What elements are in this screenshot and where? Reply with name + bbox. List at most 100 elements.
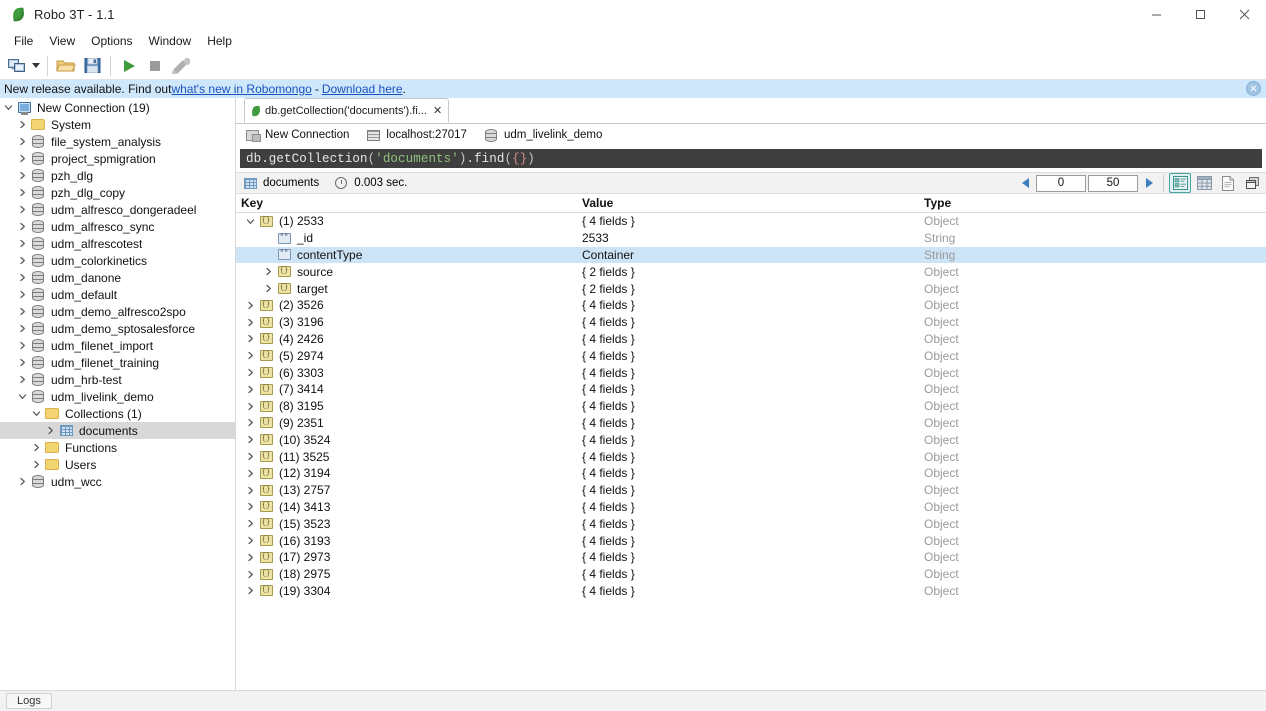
table-row[interactable]: {}(4) 2426{ 4 fields }Object	[236, 331, 1266, 348]
chevron-right-icon[interactable]	[14, 134, 30, 150]
chevron-right-icon[interactable]	[14, 270, 30, 286]
table-row[interactable]: {}(1) 2533{ 4 fields }Object	[236, 213, 1266, 230]
limit-input[interactable]: 50	[1088, 175, 1138, 192]
chevron-down-icon[interactable]	[0, 100, 16, 116]
table-row[interactable]: {}(9) 2351{ 4 fields }Object	[236, 415, 1266, 432]
chevron-right-icon[interactable]	[242, 449, 258, 465]
chevron-down-icon[interactable]	[14, 389, 30, 405]
chevron-right-icon[interactable]	[242, 516, 258, 532]
chevron-right-icon[interactable]	[242, 583, 258, 599]
tree-item-udm-alfrescotest[interactable]: udm_alfrescotest	[0, 235, 235, 252]
table-row[interactable]: ""_id2533String	[236, 230, 1266, 247]
chevron-right-icon[interactable]	[260, 281, 276, 297]
table-row[interactable]: {}(2) 3526{ 4 fields }Object	[236, 297, 1266, 314]
tree-item-udm-default[interactable]: udm_default	[0, 286, 235, 303]
table-row[interactable]: {}(10) 3524{ 4 fields }Object	[236, 431, 1266, 448]
tree-item-functions[interactable]: Functions	[0, 439, 235, 456]
tree-item-users[interactable]: Users	[0, 456, 235, 473]
detach-window-icon[interactable]	[1241, 173, 1263, 193]
chevron-right-icon[interactable]	[14, 185, 30, 201]
tree-item-udm-alfresco-dongeradeel[interactable]: udm_alfresco_dongeradeel	[0, 201, 235, 218]
chevron-right-icon[interactable]	[242, 549, 258, 565]
table-row[interactable]: {}(17) 2973{ 4 fields }Object	[236, 549, 1266, 566]
chevron-right-icon[interactable]	[14, 474, 30, 490]
table-row[interactable]: {}(19) 3304{ 4 fields }Object	[236, 583, 1266, 600]
chevron-right-icon[interactable]	[242, 465, 258, 481]
tree-item-udm-filenet-training[interactable]: udm_filenet_training	[0, 354, 235, 371]
tree-item-collections-1[interactable]: Collections (1)	[0, 405, 235, 422]
maximize-button[interactable]	[1178, 0, 1222, 30]
chevron-right-icon[interactable]	[14, 219, 30, 235]
tab-query-documents[interactable]: db.getCollection('documents').fi... ✕	[244, 98, 449, 123]
tree-view-icon[interactable]	[1169, 173, 1191, 193]
tree-item-file-system-analysis[interactable]: file_system_analysis	[0, 133, 235, 150]
chevron-right-icon[interactable]	[14, 304, 30, 320]
folder-open-icon[interactable]	[53, 54, 79, 78]
connect-icon[interactable]	[4, 54, 30, 78]
skip-input[interactable]: 0	[1036, 175, 1086, 192]
table-row[interactable]: {}target{ 2 fields }Object	[236, 280, 1266, 297]
menu-window[interactable]: Window	[141, 32, 200, 50]
table-row[interactable]: {}(8) 3195{ 4 fields }Object	[236, 398, 1266, 415]
tree-item-udm-hrb-test[interactable]: udm_hrb-test	[0, 371, 235, 388]
table-row[interactable]: {}(6) 3303{ 4 fields }Object	[236, 364, 1266, 381]
chevron-right-icon[interactable]	[242, 297, 258, 313]
chevron-right-icon[interactable]	[14, 117, 30, 133]
tree-item-documents[interactable]: documents	[0, 422, 235, 439]
chevron-right-icon[interactable]	[14, 151, 30, 167]
database-item[interactable]: udm_livelink_demo	[483, 127, 602, 143]
chevron-right-icon[interactable]	[242, 381, 258, 397]
close-notification-icon[interactable]: ✕	[1246, 81, 1261, 96]
column-header-type[interactable]: Type	[922, 196, 1266, 210]
explorer-sidebar[interactable]: New Connection (19)Systemfile_system_ana…	[0, 98, 236, 690]
chevron-right-icon[interactable]	[242, 365, 258, 381]
chevron-right-icon[interactable]	[242, 398, 258, 414]
chevron-right-icon[interactable]	[28, 440, 44, 456]
chevron-right-icon[interactable]	[242, 499, 258, 515]
chevron-down-icon[interactable]	[242, 213, 258, 229]
table-row[interactable]: {}(11) 3525{ 4 fields }Object	[236, 448, 1266, 465]
tree-item-udm-alfresco-sync[interactable]: udm_alfresco_sync	[0, 218, 235, 235]
chevron-right-icon[interactable]	[14, 168, 30, 184]
arrow-left-icon[interactable]	[1015, 173, 1035, 193]
column-header-value[interactable]: Value	[580, 196, 922, 210]
query-editor[interactable]: db.getCollection('documents').find({})	[240, 149, 1262, 168]
chevron-right-icon[interactable]	[14, 355, 30, 371]
table-row[interactable]: {}(3) 3196{ 4 fields }Object	[236, 314, 1266, 331]
whats-new-link[interactable]: what's new in Robomongo	[171, 82, 311, 96]
chevron-right-icon[interactable]	[242, 314, 258, 330]
chevron-right-icon[interactable]	[242, 533, 258, 549]
tree-item-udm-filenet-import[interactable]: udm_filenet_import	[0, 337, 235, 354]
chevron-right-icon[interactable]	[14, 321, 30, 337]
chevron-right-icon[interactable]	[242, 432, 258, 448]
table-row[interactable]: {}(13) 2757{ 4 fields }Object	[236, 482, 1266, 499]
table-row[interactable]: ""contentTypeContainerString	[236, 247, 1266, 264]
tree-item-udm-livelink-demo[interactable]: udm_livelink_demo	[0, 388, 235, 405]
chevron-down-icon[interactable]	[30, 54, 42, 78]
tree-item-udm-danone[interactable]: udm_danone	[0, 269, 235, 286]
tree-item-udm-wcc[interactable]: udm_wcc	[0, 473, 235, 490]
menu-file[interactable]: File	[6, 32, 41, 50]
text-view-icon[interactable]	[1217, 173, 1239, 193]
chevron-right-icon[interactable]	[14, 372, 30, 388]
tree-item-new-connection-19[interactable]: New Connection (19)	[0, 99, 235, 116]
chevron-right-icon[interactable]	[260, 264, 276, 280]
chevron-right-icon[interactable]	[14, 338, 30, 354]
chevron-right-icon[interactable]	[242, 331, 258, 347]
chevron-right-icon[interactable]	[242, 348, 258, 364]
chevron-right-icon[interactable]	[42, 423, 58, 439]
menu-view[interactable]: View	[41, 32, 83, 50]
tree-item-project-spmigration[interactable]: project_spmigration	[0, 150, 235, 167]
chevron-right-icon[interactable]	[14, 202, 30, 218]
menu-help[interactable]: Help	[199, 32, 240, 50]
tree-item-udm-demo-alfresco2spo[interactable]: udm_demo_alfresco2spo	[0, 303, 235, 320]
menu-options[interactable]: Options	[83, 32, 140, 50]
arrow-right-icon[interactable]	[1139, 173, 1159, 193]
table-row[interactable]: {}(5) 2974{ 4 fields }Object	[236, 347, 1266, 364]
column-header-key[interactable]: Key	[236, 196, 580, 210]
play-icon[interactable]	[116, 54, 142, 78]
table-row[interactable]: {}(12) 3194{ 4 fields }Object	[236, 465, 1266, 482]
close-tab-icon[interactable]: ✕	[433, 104, 442, 117]
stop-icon[interactable]	[142, 54, 168, 78]
wrench-icon[interactable]	[168, 54, 194, 78]
